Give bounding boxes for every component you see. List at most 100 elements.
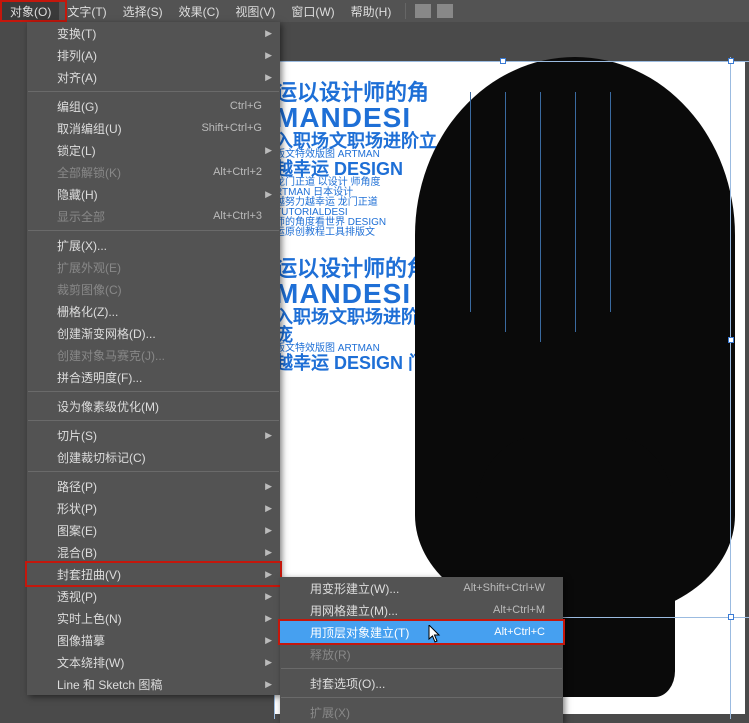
menu-item-label: 用顶层对象建立(T) [310, 624, 494, 641]
menu-item-label: 释放(R) [310, 646, 545, 663]
submenu-arrow-icon: ▶ [265, 591, 272, 602]
menu-item-label: 图像描摹 [57, 632, 262, 649]
object-menu-item[interactable]: 图像描摹▶ [27, 629, 280, 651]
object-menu-item[interactable]: 排列(A)▶ [27, 44, 280, 66]
submenu-arrow-icon: ▶ [265, 635, 272, 646]
menu-item-label: 锁定(L) [57, 142, 262, 159]
object-menu-item[interactable]: 拼合透明度(F)... [27, 366, 280, 388]
object-menu-item[interactable]: 隐藏(H)▶ [27, 183, 280, 205]
menu-window[interactable]: 窗口(W) [283, 0, 342, 23]
menu-item-label: 混合(B) [57, 544, 262, 561]
submenu-arrow-icon: ▶ [265, 50, 272, 61]
envelope-submenu-item[interactable]: 用变形建立(W)...Alt+Shift+Ctrl+W [280, 577, 563, 599]
menu-text[interactable]: 文字(T) [59, 0, 114, 23]
menu-item-label: 排列(A) [57, 47, 262, 64]
menu-item-label: 封套选项(O)... [310, 675, 545, 692]
menu-item-shortcut: Shift+Ctrl+G [201, 122, 262, 134]
menu-item-label: 取消编组(U) [57, 120, 201, 137]
menu-item-label: 设为像素级优化(M) [57, 398, 262, 415]
menu-item-label: 扩展外观(E) [57, 259, 262, 276]
object-menu-item[interactable]: Line 和 Sketch 图稿▶ [27, 673, 280, 695]
menu-item-label: 路径(P) [57, 478, 262, 495]
menu-item-label: 栅格化(Z)... [57, 303, 262, 320]
menu-item-label: 图案(E) [57, 522, 262, 539]
menu-item-shortcut: Alt+Ctrl+2 [213, 166, 262, 178]
menu-item-label: 创建渐变网格(D)... [57, 325, 262, 342]
object-menu-dropdown[interactable]: 变换(T)▶排列(A)▶对齐(A)▶编组(G)Ctrl+G取消编组(U)Shif… [27, 22, 280, 695]
submenu-arrow-icon: ▶ [265, 430, 272, 441]
menu-separator [28, 471, 279, 472]
object-menu-item[interactable]: 锁定(L)▶ [27, 139, 280, 161]
menu-item-shortcut: Alt+Shift+Ctrl+W [463, 582, 545, 594]
object-menu-item: 全部解锁(K)Alt+Ctrl+2 [27, 161, 280, 183]
object-menu-item[interactable]: 路径(P)▶ [27, 475, 280, 497]
menu-item-label: 创建裁切标记(C) [57, 449, 262, 466]
submenu-arrow-icon: ▶ [265, 72, 272, 83]
object-menu-item[interactable]: 扩展(X)... [27, 234, 280, 256]
menu-item-label: 变换(T) [57, 25, 262, 42]
silhouette-guide-lines [450, 92, 690, 492]
menu-item-label: 全部解锁(K) [57, 164, 213, 181]
object-menu-item[interactable]: 切片(S)▶ [27, 424, 280, 446]
submenu-arrow-icon: ▶ [265, 679, 272, 690]
menu-object[interactable]: 对象(O) [2, 0, 59, 23]
submenu-arrow-icon: ▶ [265, 481, 272, 492]
object-menu-item[interactable]: 透视(P)▶ [27, 585, 280, 607]
menu-select[interactable]: 选择(S) [115, 0, 171, 23]
object-menu-item: 创建对象马赛克(J)... [27, 344, 280, 366]
menu-item-label: 切片(S) [57, 427, 262, 444]
envelope-submenu-item[interactable]: 用顶层对象建立(T)Alt+Ctrl+C [280, 621, 563, 643]
menu-separator [28, 91, 279, 92]
menu-separator [28, 230, 279, 231]
object-menu-item[interactable]: 创建渐变网格(D)... [27, 322, 280, 344]
object-menu-item[interactable]: 变换(T)▶ [27, 22, 280, 44]
menu-item-shortcut: Alt+Ctrl+C [494, 626, 545, 638]
menu-item-label: 实时上色(N) [57, 610, 262, 627]
menu-separator [281, 668, 562, 669]
object-menu-item[interactable]: 混合(B)▶ [27, 541, 280, 563]
submenu-arrow-icon: ▶ [265, 28, 272, 39]
object-menu-item[interactable]: 对齐(A)▶ [27, 66, 280, 88]
menu-item-shortcut: Ctrl+G [230, 100, 262, 112]
menu-separator [281, 697, 562, 698]
menu-separator [28, 391, 279, 392]
submenu-arrow-icon: ▶ [265, 189, 272, 200]
object-menu-item[interactable]: 封套扭曲(V)▶ [27, 563, 280, 585]
submenu-arrow-icon: ▶ [265, 145, 272, 156]
menu-help[interactable]: 帮助(H) [343, 0, 400, 23]
menu-item-label: 拼合透明度(F)... [57, 369, 262, 386]
submenu-arrow-icon: ▶ [265, 525, 272, 536]
object-menu-item[interactable]: 实时上色(N)▶ [27, 607, 280, 629]
object-menu-item[interactable]: 编组(G)Ctrl+G [27, 95, 280, 117]
object-menu-item[interactable]: 创建裁切标记(C) [27, 446, 280, 468]
envelope-submenu-item[interactable]: 封套选项(O)... [280, 672, 563, 694]
menu-item-label: 对齐(A) [57, 69, 262, 86]
menu-item-label: 扩展(X) [310, 704, 545, 721]
object-menu-item[interactable]: 形状(P)▶ [27, 497, 280, 519]
submenu-arrow-icon: ▶ [265, 657, 272, 668]
menu-item-label: 扩展(X)... [57, 237, 262, 254]
menu-item-label: 形状(P) [57, 500, 262, 517]
toolbar-icon-2[interactable] [437, 4, 453, 18]
menu-item-label: 封套扭曲(V) [57, 566, 262, 583]
mouse-cursor-icon [428, 625, 442, 643]
toolbar-icon-1[interactable] [415, 4, 431, 18]
menu-item-label: 创建对象马赛克(J)... [57, 347, 262, 364]
object-menu-item[interactable]: 取消编组(U)Shift+Ctrl+G [27, 117, 280, 139]
menu-item-shortcut: Alt+Ctrl+M [493, 604, 545, 616]
menu-item-label: 隐藏(H) [57, 186, 262, 203]
object-menu-item[interactable]: 设为像素级优化(M) [27, 395, 280, 417]
envelope-submenu[interactable]: 用变形建立(W)...Alt+Shift+Ctrl+W用网格建立(M)...Al… [280, 577, 563, 723]
submenu-arrow-icon: ▶ [265, 569, 272, 580]
object-menu-item[interactable]: 栅格化(Z)... [27, 300, 280, 322]
object-menu-item: 显示全部Alt+Ctrl+3 [27, 205, 280, 227]
menubar: 对象(O) 文字(T) 选择(S) 效果(C) 视图(V) 窗口(W) 帮助(H… [0, 0, 749, 22]
menu-view[interactable]: 视图(V) [227, 0, 283, 23]
menubar-separator [405, 3, 406, 19]
menu-item-shortcut: Alt+Ctrl+3 [213, 210, 262, 222]
envelope-submenu-item[interactable]: 用网格建立(M)...Alt+Ctrl+M [280, 599, 563, 621]
menu-effect[interactable]: 效果(C) [171, 0, 228, 23]
object-menu-item: 扩展外观(E) [27, 256, 280, 278]
object-menu-item[interactable]: 文本绕排(W)▶ [27, 651, 280, 673]
object-menu-item[interactable]: 图案(E)▶ [27, 519, 280, 541]
